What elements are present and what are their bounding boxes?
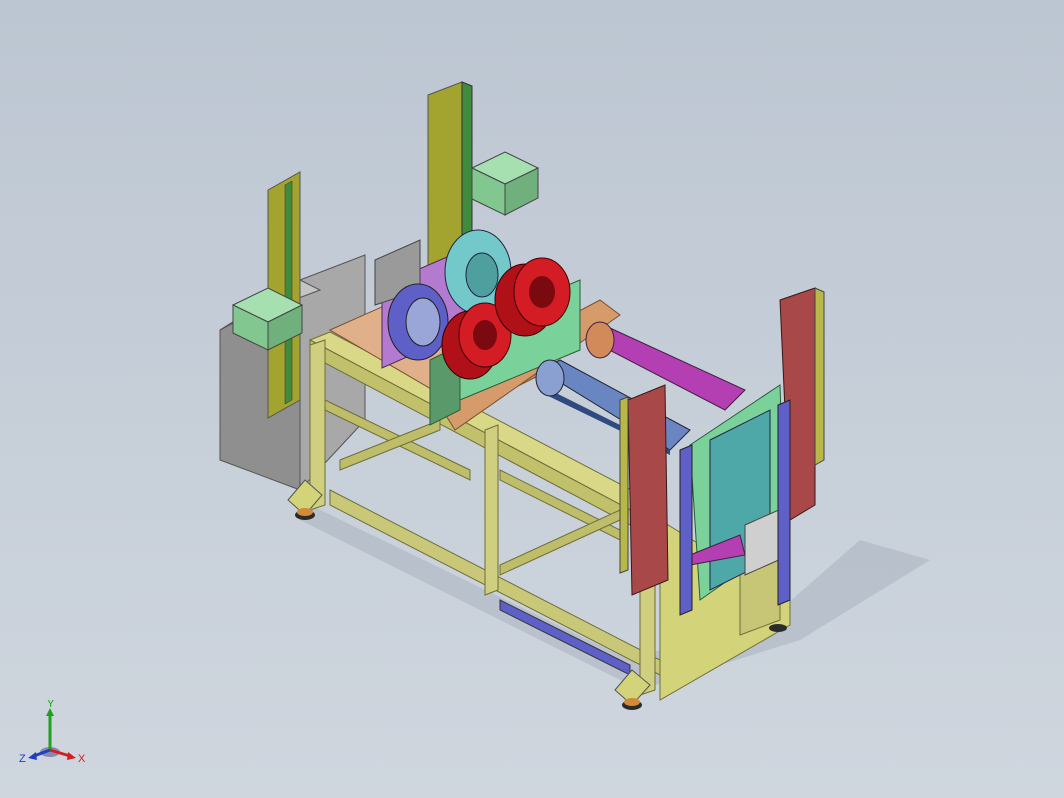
x-axis-label: X [78, 753, 86, 765]
cad-graphics-viewport[interactable]: Y X Z [0, 0, 1064, 798]
y-axis-label: Y [47, 700, 55, 710]
rear-junction-box[interactable] [470, 151, 540, 216]
z-axis-label: Z [19, 753, 26, 765]
coordinate-triad: Y X Z [19, 700, 86, 765]
front-guard-panel[interactable] [619, 384, 669, 596]
right-blue-upright[interactable] [679, 444, 693, 616]
machine-assembly-model[interactable] [0, 0, 1064, 798]
left-flange[interactable] [387, 283, 449, 361]
right-guard-bar[interactable] [777, 399, 791, 606]
